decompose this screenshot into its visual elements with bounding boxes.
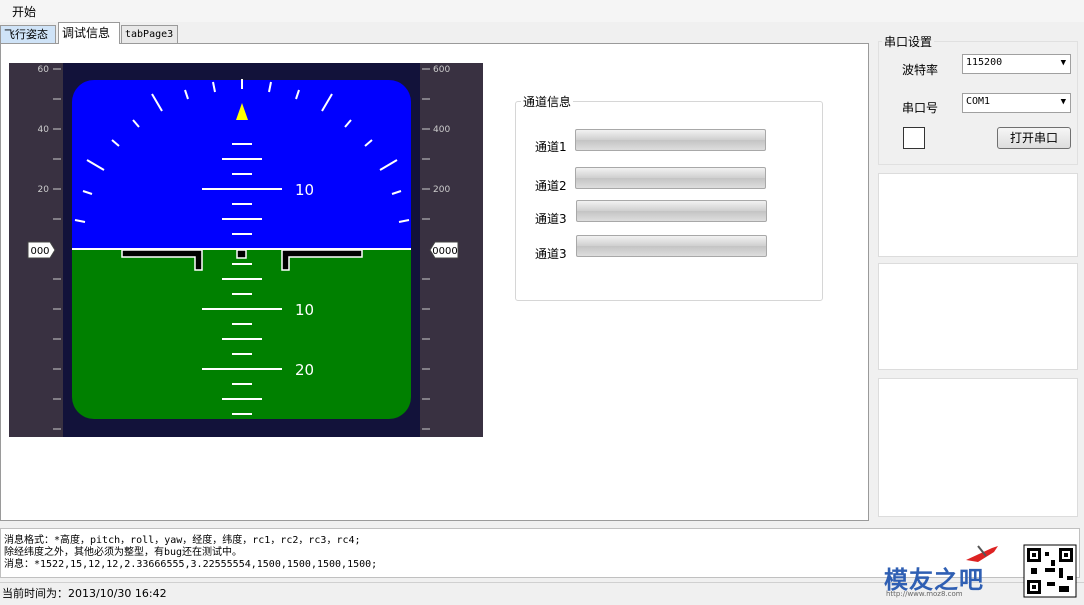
status-time: 当前时间为：2013/10/30 16:42: [2, 587, 167, 600]
channel-4-progress: [576, 235, 767, 257]
speed-readout: 0000: [432, 246, 457, 257]
right-panel-box-3: [878, 378, 1078, 517]
channel-2-label: 通道2: [535, 179, 567, 193]
channel-3-progress: [576, 200, 767, 222]
log-line-message: 消息：*1522,15,12,12,2.33666555,3.22555554,…: [4, 559, 378, 570]
left-scale-label: 20: [38, 185, 50, 195]
chevron-down-icon: ▼: [1060, 97, 1066, 107]
port-select[interactable]: COM1 ▼: [962, 93, 1071, 113]
port-value: COM1: [966, 96, 991, 107]
pitch-label: 20: [295, 361, 314, 379]
pitch-label: 10: [295, 181, 314, 199]
open-port-button[interactable]: 打开串口: [997, 127, 1071, 149]
pitch-label: 10: [295, 301, 314, 319]
channel-1-progress: [575, 129, 766, 151]
baud-rate-label: 波特率: [902, 63, 939, 77]
menu-bar: [0, 0, 1084, 22]
left-scale-label: 60: [38, 65, 50, 75]
baud-rate-select[interactable]: 115200 ▼: [962, 54, 1071, 74]
serial-settings-title: 串口设置: [882, 33, 935, 50]
channel-3-label: 通道3: [535, 212, 567, 226]
channel-4-label: 通道3: [535, 247, 567, 261]
menu-start[interactable]: 开始: [12, 3, 36, 20]
channel-group-title: 通道信息: [521, 93, 574, 110]
right-panel-box-1: [878, 173, 1078, 257]
chevron-down-icon: ▼: [1060, 58, 1066, 68]
tab-page3[interactable]: tabPage3: [121, 25, 178, 44]
right-scale-label: 600: [433, 65, 450, 75]
port-label: 串口号: [902, 101, 939, 115]
attitude-indicator: 60 40 20 600 400 200 000 0000 10 10 20: [9, 63, 483, 437]
ground: [72, 249, 411, 419]
right-panel-box-2: [878, 263, 1078, 370]
baud-rate-value: 115200: [966, 57, 1003, 68]
right-scale-label: 200: [433, 185, 450, 195]
watermark-logo: 模友之吧 http://www.moz8.com: [882, 540, 1082, 602]
tab-debug-info[interactable]: 调试信息: [58, 22, 120, 44]
connection-indicator: [903, 127, 925, 149]
altitude-readout: 000: [30, 246, 49, 257]
channel-1-label: 通道1: [535, 140, 567, 154]
tab-flight-attitude[interactable]: 飞行姿态: [0, 25, 56, 44]
right-scale-label: 400: [433, 125, 450, 135]
left-scale-label: 40: [38, 125, 50, 135]
watermark-url: http://www.moz8.com: [886, 590, 963, 598]
channel-2-progress: [575, 167, 766, 189]
